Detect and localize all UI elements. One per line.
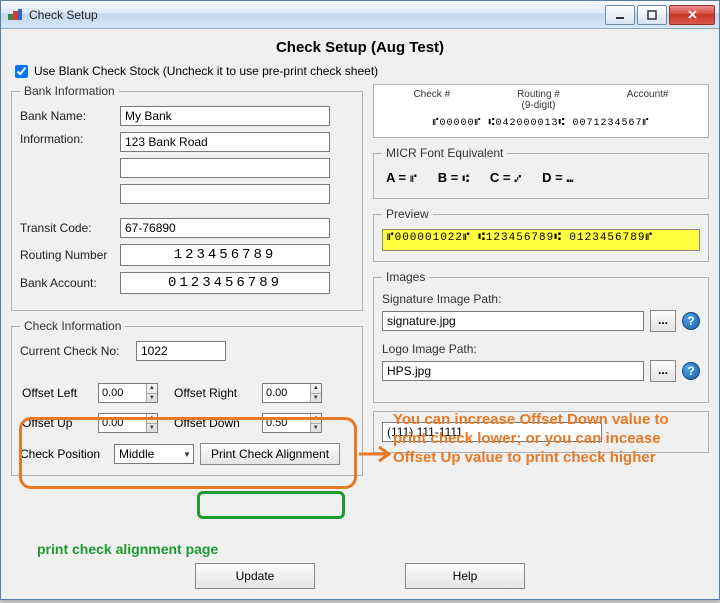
diagram-routing-label: Routing # bbox=[517, 89, 560, 100]
logo-path-input[interactable] bbox=[382, 361, 644, 381]
check-position-combo[interactable]: Middle ▼ bbox=[114, 444, 194, 464]
window-buttons bbox=[603, 5, 715, 25]
images-legend: Images bbox=[382, 270, 429, 284]
diagram-sample: ⑈00000⑈ ⑆042000013⑆ 0071234567⑈ bbox=[380, 117, 702, 129]
help-button[interactable]: Help bbox=[405, 563, 525, 589]
offset-down-stepper[interactable]: ▲▼ bbox=[262, 413, 322, 433]
phone-input[interactable] bbox=[382, 422, 602, 442]
logo-browse-button[interactable]: ... bbox=[650, 360, 676, 382]
bank-account-label: Bank Account: bbox=[20, 276, 120, 290]
transit-code-input[interactable] bbox=[120, 218, 330, 238]
micr-eq-legend: MICR Font Equivalent bbox=[382, 146, 507, 160]
bank-name-input[interactable] bbox=[120, 106, 330, 126]
bank-information-group: Bank Information Bank Name: Information: bbox=[11, 84, 363, 311]
maximize-button[interactable] bbox=[637, 5, 667, 25]
check-setup-window: Check Setup Check Setup (Aug Test) Use B… bbox=[0, 0, 720, 600]
preview-legend: Preview bbox=[382, 207, 433, 221]
micr-b-symbol: ⑆ bbox=[462, 174, 470, 186]
offset-up-label: Offset Up bbox=[22, 416, 92, 430]
transit-code-label: Transit Code: bbox=[20, 221, 120, 235]
phone-group bbox=[373, 411, 709, 453]
offset-right-label: Offset Right bbox=[174, 386, 256, 400]
micr-a-label: A = bbox=[386, 170, 406, 185]
check-position-label: Check Position bbox=[20, 447, 108, 461]
close-button[interactable] bbox=[669, 5, 715, 25]
offset-down-label: Offset Down bbox=[174, 416, 256, 430]
window-title: Check Setup bbox=[29, 8, 603, 22]
current-check-no-label: Current Check No: bbox=[20, 344, 136, 358]
offset-right-stepper[interactable]: ▲▼ bbox=[262, 383, 322, 403]
current-check-no-input[interactable] bbox=[136, 341, 226, 361]
diagram-account-label: Account# bbox=[627, 89, 669, 111]
diagram-check-label: Check # bbox=[413, 89, 450, 111]
signature-path-label: Signature Image Path: bbox=[382, 292, 501, 306]
micr-c-label: C = bbox=[490, 170, 511, 185]
micr-d-label: D = bbox=[542, 170, 563, 185]
offset-left-stepper[interactable]: ▲▼ bbox=[98, 383, 158, 403]
preview-group: Preview ⑈000001022⑈ ⑆123456789⑆ 01234567… bbox=[373, 207, 709, 262]
check-position-value: Middle bbox=[119, 447, 154, 461]
micr-diagram: Check # Routing # (9-digit) Account# ⑈00… bbox=[373, 84, 709, 138]
page-title: Check Setup (Aug Test) bbox=[11, 39, 709, 56]
offset-right-input[interactable] bbox=[263, 384, 310, 402]
micr-a-symbol: ⑈ bbox=[410, 174, 418, 186]
offset-down-input[interactable] bbox=[263, 414, 310, 432]
bank-info-line1[interactable] bbox=[120, 132, 330, 152]
micr-b-label: B = bbox=[438, 170, 459, 185]
annotation-green-text: print check alignment page bbox=[37, 541, 218, 557]
offset-up-input[interactable] bbox=[99, 414, 146, 432]
use-blank-stock-checkbox[interactable] bbox=[15, 65, 28, 78]
use-blank-stock-label: Use Blank Check Stock (Uncheck it to use… bbox=[34, 64, 378, 78]
bank-account-input[interactable] bbox=[120, 272, 330, 294]
print-check-alignment-button[interactable]: Print Check Alignment bbox=[200, 443, 340, 465]
signature-browse-button[interactable]: ... bbox=[650, 310, 676, 332]
update-button[interactable]: Update bbox=[195, 563, 315, 589]
routing-number-input[interactable] bbox=[120, 244, 330, 266]
micr-c-symbol: ⑇ bbox=[515, 174, 523, 186]
diagram-routing-sub: (9-digit) bbox=[522, 100, 556, 111]
titlebar: Check Setup bbox=[1, 1, 719, 29]
app-icon bbox=[7, 7, 23, 23]
images-group: Images Signature Image Path: ... ? Logo … bbox=[373, 270, 709, 403]
offset-up-stepper[interactable]: ▲▼ bbox=[98, 413, 158, 433]
bank-info-label: Information: bbox=[20, 132, 120, 146]
signature-path-input[interactable] bbox=[382, 311, 644, 331]
bank-name-label: Bank Name: bbox=[20, 109, 120, 123]
annotation-green-box bbox=[197, 491, 345, 519]
offset-left-label: Offset Left bbox=[22, 386, 92, 400]
help-icon[interactable]: ? bbox=[682, 362, 700, 380]
chevron-down-icon: ▼ bbox=[180, 450, 191, 459]
routing-number-label: Routing Number bbox=[20, 248, 120, 262]
micr-font-equivalent-group: MICR Font Equivalent A = ⑈ B =⑆ C = ⑇ D = ⑉ bbox=[373, 146, 709, 199]
check-info-legend: Check Information bbox=[20, 319, 125, 333]
minimize-button[interactable] bbox=[605, 5, 635, 25]
preview-value: ⑈000001022⑈ ⑆123456789⑆ 0123456789⑈ bbox=[382, 229, 700, 251]
logo-path-label: Logo Image Path: bbox=[382, 342, 477, 356]
micr-d-symbol: ⑉ bbox=[567, 174, 575, 186]
bank-info-legend: Bank Information bbox=[20, 84, 119, 98]
check-information-group: Check Information Current Check No: Offs… bbox=[11, 319, 363, 476]
offset-left-input[interactable] bbox=[99, 384, 146, 402]
bank-info-line3[interactable] bbox=[120, 184, 330, 204]
bank-info-line2[interactable] bbox=[120, 158, 330, 178]
help-icon[interactable]: ? bbox=[682, 312, 700, 330]
